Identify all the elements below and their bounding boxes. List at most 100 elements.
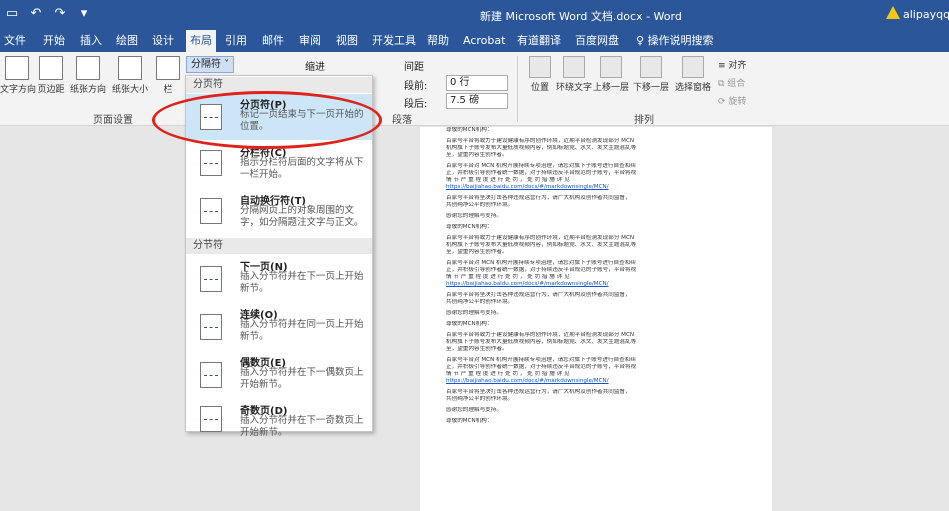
doc-link[interactable]: https://baijiahao.baidu.com/docs/#/markd…: [446, 281, 746, 288]
columns-button[interactable]: 栏: [156, 56, 180, 95]
align-label: 对齐: [728, 61, 747, 71]
tab-view[interactable]: 视图: [336, 30, 358, 52]
tab-developer[interactable]: 开发工具: [372, 30, 416, 52]
quick-access-toolbar: ▭ ↶ ↷ ▾: [4, 6, 92, 21]
group-icon: ⧉: [718, 79, 728, 89]
doc-line: 感谢您的理解与支持。: [446, 213, 502, 219]
text-direction-label: 文字方向: [0, 85, 37, 95]
paragraph-group-label: 段落: [392, 115, 412, 126]
tab-acrobat[interactable]: Acrobat: [463, 30, 505, 52]
tab-design[interactable]: 设计: [152, 30, 174, 52]
bring-forward-label: 上移一层: [592, 83, 629, 93]
doc-line: 情 节 严 重 程 度 进 行 处 罚 ， 处 罚 措 施 详 见: [446, 177, 570, 183]
columns-icon: [156, 56, 180, 80]
warning-icon[interactable]: [886, 6, 900, 19]
space-after-label: 段后:: [404, 99, 428, 110]
rotate-icon: ⟳: [718, 97, 729, 107]
odd-page-icon: [200, 406, 222, 432]
menu-item-desc: 插入分节符并在下一页上开始新节。: [240, 271, 364, 294]
indent-label: 缩进: [305, 62, 325, 73]
continuous-icon: [200, 314, 222, 340]
ribbon-tabs: 文件 开始 插入 绘图 设计 布局 引用 邮件 审阅 视图 开发工具 帮助 Ac…: [0, 30, 949, 52]
tab-home[interactable]: 开始: [43, 30, 65, 52]
group-divider: [517, 56, 518, 122]
title-bar: ▭ ↶ ↷ ▾ 新建 Microsoft Word 文档.docx - Word…: [0, 0, 949, 30]
menu-item-desc: 插入分节符并在同一页上开始新节。: [240, 319, 364, 342]
tab-mailings[interactable]: 邮件: [262, 30, 284, 52]
doc-line: 情 节 严 重 程 度 进 行 处 罚 ， 处 罚 措 施 详 见: [446, 371, 570, 377]
send-backward-button[interactable]: 下移一层: [632, 56, 670, 93]
align-button[interactable]: ≡ 对齐: [718, 58, 746, 71]
tab-draw[interactable]: 绘图: [116, 30, 138, 52]
doc-line: 尊敬的MCN机构：: [446, 224, 493, 230]
tab-insert[interactable]: 插入: [80, 30, 102, 52]
window-title: 新建 Microsoft Word 文档.docx - Word: [480, 10, 682, 23]
menu-item-desc: 插入分节符并在下一偶数页上开始新节。: [240, 367, 364, 390]
doc-line: 百家号平台将坚决打击各种违规运营行为，请广大机构及创作者共同监督，: [446, 389, 631, 395]
spacing-label: 间距: [404, 62, 424, 73]
tab-review[interactable]: 审阅: [299, 30, 321, 52]
tab-references[interactable]: 引用: [225, 30, 247, 52]
orientation-button[interactable]: 纸张方向: [68, 56, 108, 95]
doc-line: 百家号平台对 MCN 机构开展持续专项治理，请您对旗下子账号进行自查和纠: [446, 357, 636, 363]
breaks-button[interactable]: 分隔符 ˅: [186, 56, 235, 73]
doc-link[interactable]: https://baijiahao.baidu.com/docs/#/markd…: [446, 184, 746, 191]
column-break-icon: [200, 150, 222, 176]
text-direction-button[interactable]: 文字方向: [0, 56, 37, 95]
doc-line: 正，并积极引导创作者统一数据，对于持续违反平台规范的子账号，平台将视: [446, 364, 637, 370]
doc-line: 至，望重内容生创作者。: [446, 346, 508, 352]
document-page[interactable]: 尊敬的MCN机构： 百家号平台将致力于建设健康有序的创作环境，近期平台检测发现部…: [420, 127, 772, 511]
user-name[interactable]: alipayqq: [903, 8, 949, 21]
space-before-label: 段前:: [404, 81, 428, 92]
selection-pane-icon: [682, 56, 704, 78]
doc-line: 共创纯净公平的创作环境。: [446, 396, 514, 402]
menu-item-desc: 指示分栏符后面的文字将从下一栏开始。: [240, 157, 364, 180]
customize-icon[interactable]: ▾: [76, 6, 92, 21]
group-label: 组合: [727, 79, 746, 89]
tab-baidu-netdisk[interactable]: 百度网盘: [575, 30, 619, 52]
text-wrapping-icon: [200, 198, 222, 224]
tab-file[interactable]: 文件: [4, 30, 26, 52]
position-button[interactable]: 位置: [524, 56, 556, 93]
space-before-input[interactable]: 0 行: [446, 75, 508, 91]
margins-button[interactable]: 页边距: [35, 56, 67, 95]
doc-line: 感谢您的理解与支持。: [446, 310, 502, 316]
menu-item-odd-page[interactable]: 奇数页(D) 插入分节符并在下一奇数页上开始新节。: [186, 400, 372, 438]
redo-icon[interactable]: ↷: [52, 6, 68, 21]
group-button[interactable]: ⧉ 组合: [718, 76, 745, 89]
doc-line: 百家号平台将致力于建设健康有序的创作环境，近期平台检测发现部分 MCN: [446, 332, 635, 338]
doc-line: 百家号平台将坚决打击各种违规运营行为，请广大机构及创作者共同监督，: [446, 195, 631, 201]
rotate-button[interactable]: ⟳ 旋转: [718, 94, 746, 107]
section-breaks-header: 分节符: [186, 238, 372, 254]
align-icon: ≡: [718, 61, 729, 71]
menu-item-continuous[interactable]: 连续(O) 插入分节符并在同一页上开始新节。: [186, 304, 372, 352]
doc-line: 机构旗下子账号发布大量低质视频内容，例如标题党、水文、发文主题混乱等: [446, 339, 637, 345]
bring-forward-button[interactable]: 上移一层: [592, 56, 630, 93]
size-button[interactable]: 纸张大小: [110, 56, 150, 95]
orientation-icon: [76, 56, 100, 80]
size-icon: [118, 56, 142, 80]
doc-line: 机构旗下子账号发布大量低质视频内容，例如标题党、水文、发文主题混乱等: [446, 242, 637, 248]
tell-me-search[interactable]: ♀ 操作说明搜索: [636, 30, 714, 52]
save-icon[interactable]: ▭: [4, 6, 20, 21]
menu-item-desc: 插入分节符并在下一奇数页上开始新节。: [240, 415, 364, 438]
tell-me-label: 操作说明搜索: [647, 34, 714, 47]
wrap-text-button[interactable]: 环绕文字: [556, 56, 592, 93]
undo-icon[interactable]: ↶: [28, 6, 44, 21]
next-page-icon: [200, 266, 222, 292]
tab-help[interactable]: 帮助: [427, 30, 449, 52]
position-icon: [529, 56, 551, 78]
menu-item-next-page[interactable]: 下一页(N) 插入分节符并在下一页上开始新节。: [186, 256, 372, 304]
menu-item-column-break[interactable]: 分栏符(C) 指示分栏符后面的文字将从下一栏开始。: [186, 142, 372, 188]
selection-pane-button[interactable]: 选择窗格: [672, 56, 714, 93]
tab-layout[interactable]: 布局: [186, 30, 216, 52]
tab-youdao[interactable]: 有道翻译: [517, 30, 561, 52]
menu-item-desc: 分隔网页上的对象周围的文字，如分隔题注文字与正文。: [240, 205, 364, 228]
doc-line: 共创纯净公平的创作环境。: [446, 299, 514, 305]
doc-link[interactable]: https://baijiahao.baidu.com/docs/#/markd…: [446, 378, 746, 385]
space-after-input[interactable]: 7.5 磅: [446, 93, 508, 109]
menu-item-even-page[interactable]: 偶数页(E) 插入分节符并在下一偶数页上开始新节。: [186, 352, 372, 400]
menu-item-text-wrapping-break[interactable]: 自动换行符(T) 分隔网页上的对象周围的文字，如分隔题注文字与正文。: [186, 190, 372, 238]
doc-line: 共创纯净公平的创作环境。: [446, 202, 514, 208]
doc-line: 感谢您的理解与支持。: [446, 407, 502, 413]
